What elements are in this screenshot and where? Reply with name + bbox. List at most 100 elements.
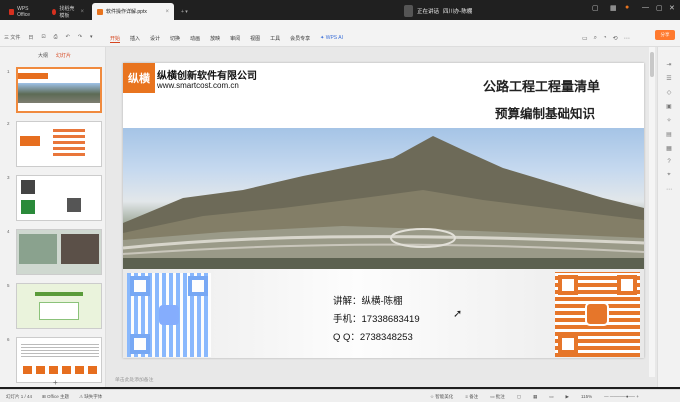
tab-slideshow[interactable]: 放映 [210,35,220,43]
slide-thumbnail[interactable] [16,121,102,167]
mouse-cursor-icon: ➚ [453,308,463,320]
theme-indicator[interactable]: ⊞ Office 主题 [42,394,69,400]
user-icon[interactable]: ◔ [603,35,607,42]
user-avatar-icon[interactable]: ● [625,4,629,11]
comment-icon[interactable]: ▭ [582,35,588,42]
company-website: www.smartcost.com.cn [157,81,239,90]
docer-icon [52,8,57,15]
thumb-screen [39,302,79,320]
animation-icon[interactable]: ✧ [666,117,671,124]
zoom-slider[interactable]: — ─────●── + [604,394,639,400]
slide-canvas[interactable]: 纵横 纵横创新软件有限公司 www.smartcost.com.cn 公路工程工… [123,63,644,358]
speaking-status: 正在讲话 [417,8,440,15]
table-icon[interactable]: ▦ [666,145,672,152]
slide-thumbnail-panel: 大纲 幻灯片 1 2 3 4 5 6 [0,47,106,387]
missing-font-indicator[interactable]: ⚠ 缺失字体 [79,394,102,400]
tab-animation[interactable]: 动画 [190,35,200,43]
comments-label: 批注 [495,394,505,399]
wps-ai-label: WPS AI [325,35,343,41]
qr-corner [130,276,150,296]
thumb-number: 6 [7,337,10,342]
close-icon[interactable]: × [80,9,84,15]
help-icon[interactable]: ? [667,159,670,165]
new-tab-button[interactable]: + ▾ [176,3,193,20]
contact-section: 讲解：纵横-陈棚 手机：17338683419 Q Q：2738348253 ➚ [123,269,644,358]
maximize-icon[interactable]: ▢ [656,4,663,12]
normal-view-icon[interactable]: ▢ [517,394,521,400]
notes-button[interactable]: ≡ 备注 [465,394,478,400]
add-slide-button[interactable]: + [53,378,58,387]
tab-presentation[interactable]: 软件操作详解.pptx × [92,3,174,20]
property-icon[interactable]: ☰ [666,75,671,82]
shape-icon[interactable]: ◇ [667,89,672,96]
slide-thumbnail[interactable] [16,175,102,221]
undo-icon[interactable]: ↶ [66,34,70,41]
thumb-text [21,342,99,358]
notes-placeholder[interactable]: 单击此处添加备注 [115,376,153,383]
tab-home[interactable]: 开始 [110,35,121,43]
sorter-view-icon[interactable]: ▦ [533,394,537,400]
layout-icon[interactable]: ▢ [592,4,599,12]
tab-insert[interactable]: 插入 [130,35,140,43]
wps-ai-button[interactable]: ✦ WPS AI [320,35,343,43]
qq-logo-icon [159,305,179,325]
tab-label: 软件操作详解.pptx [106,9,147,15]
thumb-logo [18,73,48,79]
more-icon[interactable]: ⋯ [666,186,672,193]
history-icon[interactable]: ⟲ [613,35,618,42]
tab-slides[interactable]: 幻灯片 [56,52,71,59]
file-menu[interactable]: 三 文件 [4,34,20,41]
tab-outline[interactable]: 大纲 [38,52,48,59]
save-icon[interactable]: 日 [28,34,33,41]
slide-thumbnail[interactable] [16,337,102,383]
search-icon[interactable]: ⌕ [594,35,597,42]
tab-view[interactable]: 视图 [250,35,260,43]
tab-transition[interactable]: 切换 [170,35,180,43]
grid-icon[interactable]: ▦ [610,4,617,12]
ribbon-right-icons: ▭ ⌕ ◔ ⟲ ⋯ [582,35,630,42]
slide-thumbnail[interactable] [16,67,102,113]
reading-view-icon[interactable]: ▭ [549,394,553,400]
tab-template[interactable]: 找稻壳模板 × [47,3,89,20]
tab-design[interactable]: 设计 [150,35,160,43]
zoom-level[interactable]: 115% [581,394,592,400]
thumb-qr [21,200,35,214]
tab-review[interactable]: 审阅 [230,35,240,43]
location-icon[interactable]: ⌖ [667,172,670,179]
slide-thumbnail[interactable] [16,283,102,329]
slide-thumbnail[interactable] [16,229,102,275]
comments-button[interactable]: ▭ 批注 [490,394,505,400]
play-icon[interactable]: ▶ [566,394,569,400]
share-button[interactable]: 分享 [655,30,675,40]
side-tabs: 大纲 幻灯片 [38,52,71,59]
right-toolbar: ⇥ ☰ ◇ ▣ ✧ ▤ ▦ ? ⌖ ⋯ [657,47,680,387]
thumb-number: 5 [7,283,10,288]
avatar [404,4,413,17]
slide-title-line1: 公路工程工程量清单 [483,79,601,94]
print-icon[interactable]: ⎙ [54,34,58,41]
more-icon[interactable]: ▾ [90,34,93,41]
collapse-icon[interactable]: ⇥ [666,61,671,68]
speaker-name: 四川办-陈棚 [443,8,473,15]
chart-icon[interactable]: ▤ [666,131,672,138]
qr-corner [188,276,208,296]
tab-member[interactable]: 会员专享 [290,35,310,43]
phone-info: 手机：17338683419 [333,314,420,325]
close-icon[interactable]: × [165,9,169,15]
vertical-scrollbar[interactable] [649,47,655,377]
scrollbar-thumb[interactable] [650,52,654,77]
tab-wps-office[interactable]: WPS Office [4,3,44,20]
qr-corner [130,334,150,354]
tab-tools[interactable]: 工具 [270,35,280,43]
redo-icon[interactable]: ↷ [78,34,82,41]
theme-name: Office 主题 [47,394,69,399]
minimize-icon[interactable]: — [642,4,649,11]
settings-icon[interactable]: ⋯ [624,35,630,42]
export-icon[interactable]: ⊡ [41,34,45,41]
smart-beautify-button[interactable]: ☆ 智能美化 [430,394,453,400]
thumb-qr [67,198,81,212]
image-icon[interactable]: ▣ [666,103,672,110]
close-window-icon[interactable]: ✕ [669,4,675,12]
status-right: ☆ 智能美化 ≡ 备注 ▭ 批注 ▢ ▦ ▭ ▶ 115% — ─────●──… [430,394,639,400]
thumb-block [20,136,40,146]
